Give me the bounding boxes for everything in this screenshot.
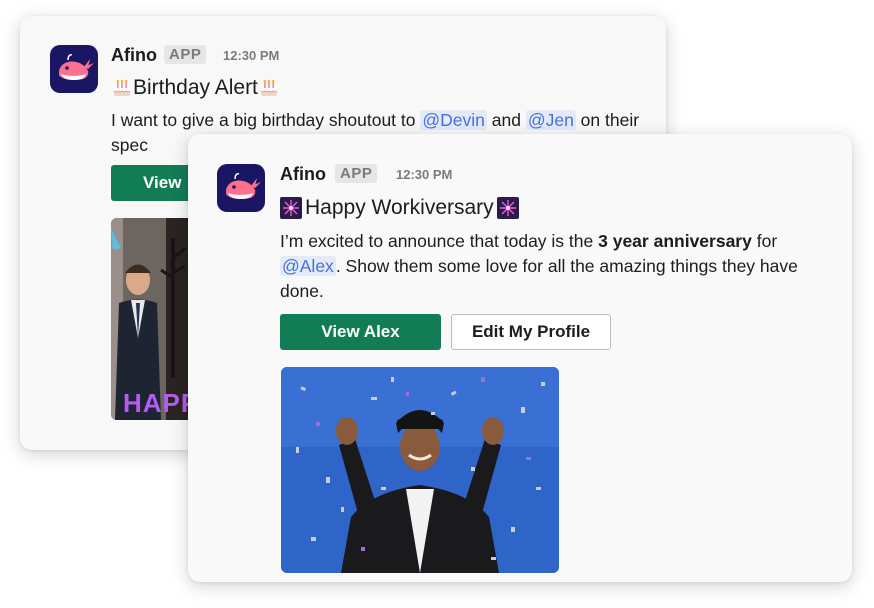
edit-my-profile-button[interactable]: Edit My Profile (451, 314, 611, 350)
message-title: Happy Workiversary (280, 196, 519, 220)
anniversary-highlight: 3 year anniversary (598, 231, 752, 251)
mention-devin[interactable]: @Devin (420, 110, 487, 130)
app-badge: APP (164, 45, 207, 64)
afino-avatar[interactable] (217, 164, 265, 212)
sender-name[interactable]: Afino (280, 164, 326, 185)
view-alex-button[interactable]: View Alex (280, 314, 441, 350)
sender-name[interactable]: Afino (111, 45, 157, 66)
app-badge: APP (335, 164, 378, 183)
fireworks-icon (496, 197, 519, 219)
mention-jen[interactable]: @Jen (525, 110, 576, 130)
message-title: Birthday Alert (111, 76, 280, 100)
workiversary-gif[interactable] (281, 367, 559, 573)
mention-alex[interactable]: @Alex (280, 256, 336, 276)
fireworks-icon (280, 197, 302, 219)
celebration-image (281, 367, 559, 573)
whale-icon (226, 173, 261, 200)
birthday-cake-icon (260, 79, 278, 96)
whale-icon (59, 54, 94, 81)
birthday-cake-icon (113, 79, 131, 96)
workiversary-message-card: Afino APP 12:30 PM Happy Workiversary I’… (188, 134, 852, 582)
timestamp[interactable]: 12:30 PM (223, 48, 279, 63)
message-body: I’m excited to announce that today is th… (280, 231, 798, 301)
timestamp[interactable]: 12:30 PM (396, 167, 452, 182)
afino-avatar[interactable] (50, 45, 98, 93)
